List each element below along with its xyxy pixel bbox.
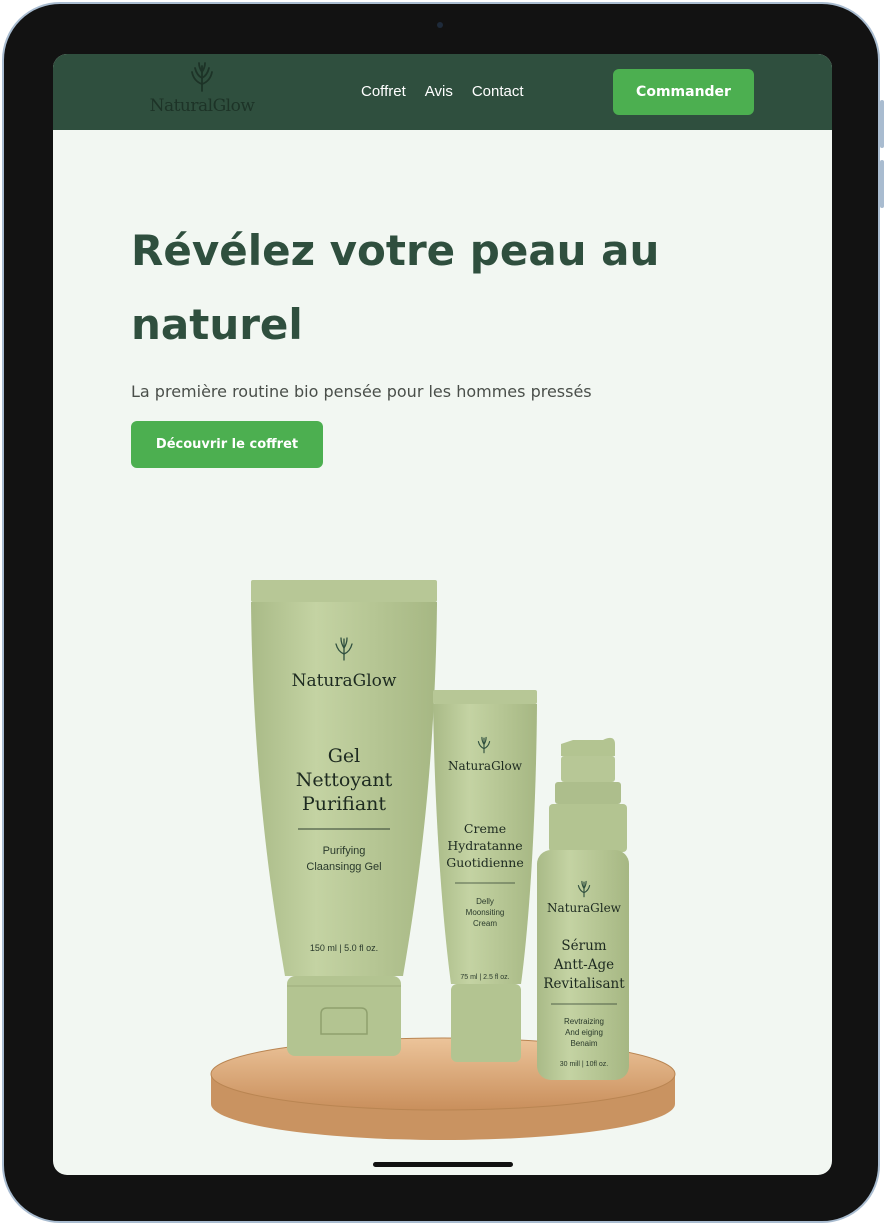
svg-text:75 ml | 2.5 fl oz.: 75 ml | 2.5 fl oz. (460, 974, 509, 981)
svg-text:NaturaGlow: NaturaGlow (292, 671, 397, 691)
hero-title: Révélez votre peau au naturel (131, 226, 660, 349)
svg-text:150 ml | 5.0 fl oz.: 150 ml | 5.0 fl oz. (310, 943, 378, 953)
cream-tube (433, 690, 537, 1062)
svg-text:NaturaGlow: NaturaGlow (448, 759, 523, 773)
nav-links: Coffret Avis Contact (361, 83, 524, 103)
svg-text:Hydratanne: Hydratanne (447, 838, 522, 853)
nav-link-contact[interactable]: Contact (472, 83, 524, 103)
leaf-icon (191, 62, 213, 92)
volume-button (880, 100, 884, 148)
tablet-frame: NaturalGlow Coffret Avis Contact Command… (0, 0, 885, 1227)
svg-text:Guotidienne: Guotidienne (446, 855, 523, 870)
svg-text:Claansingg Gel: Claansingg Gel (306, 861, 381, 873)
brand-logo[interactable]: NaturalGlow (143, 60, 261, 120)
svg-text:Revtraizing: Revtraizing (564, 1017, 604, 1026)
svg-text:NaturaGlew: NaturaGlew (547, 901, 622, 915)
svg-text:Sérum: Sérum (561, 938, 606, 954)
svg-text:Gel: Gel (328, 745, 361, 767)
volume-button (880, 160, 884, 208)
navbar: NaturalGlow Coffret Avis Contact Command… (53, 54, 832, 130)
home-indicator[interactable] (373, 1162, 513, 1167)
product-image: NaturaGlow Gel Nettoyant Purifiant Purif… (210, 580, 676, 1140)
svg-text:Revitalisant: Revitalisant (543, 976, 625, 992)
svg-text:Benaim: Benaim (570, 1039, 597, 1048)
svg-text:Cream: Cream (473, 919, 497, 928)
svg-text:Creme: Creme (464, 821, 506, 836)
order-button[interactable]: Commander (613, 69, 754, 115)
svg-text:30 mill | 10fl oz.: 30 mill | 10fl oz. (560, 1061, 609, 1068)
svg-text:Delly: Delly (476, 897, 494, 906)
brand-name: NaturalGlow (149, 96, 255, 116)
discover-box-button[interactable]: Découvrir le coffret (131, 421, 323, 468)
front-camera (437, 22, 443, 28)
svg-text:And eiging: And eiging (565, 1028, 603, 1037)
svg-text:Nettoyant: Nettoyant (296, 769, 393, 791)
hero-subtitle: La première routine bio pensée pour les … (131, 382, 592, 401)
svg-text:Moonsiting: Moonsiting (466, 908, 505, 917)
nav-link-coffret[interactable]: Coffret (361, 83, 406, 103)
screen: NaturalGlow Coffret Avis Contact Command… (53, 54, 832, 1175)
svg-text:Purifying: Purifying (323, 845, 366, 857)
svg-text:Purifiant: Purifiant (302, 793, 386, 815)
nav-link-avis[interactable]: Avis (425, 83, 453, 103)
svg-text:Antt-Age: Antt-Age (553, 957, 614, 973)
